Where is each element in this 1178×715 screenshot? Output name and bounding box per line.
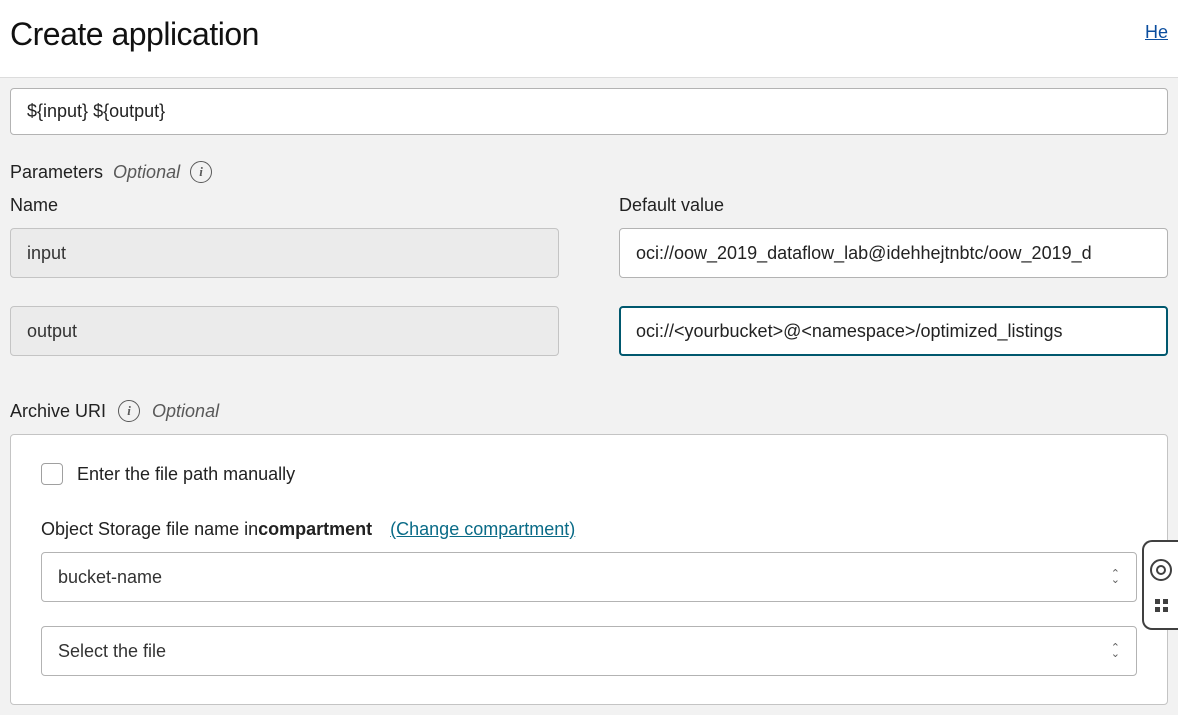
page-header: Create application He <box>0 0 1178 77</box>
page-title: Create application <box>10 16 259 53</box>
info-icon[interactable]: i <box>118 400 140 422</box>
chevron-updown-icon: ⌃⌄ <box>1111 645 1120 657</box>
param-name-output: output <box>10 306 559 356</box>
param-value-input[interactable] <box>619 228 1168 278</box>
object-storage-file-label: Object Storage file name in compartment … <box>41 519 1137 540</box>
parameters-section-label: Parameters Optional i <box>10 161 1168 183</box>
archive-card: Enter the file path manually Object Stor… <box>10 434 1168 705</box>
file-label-compartment: compartment <box>258 519 372 540</box>
help-link[interactable]: He <box>1145 22 1168 43</box>
grid-icon <box>1155 599 1168 612</box>
change-compartment-link[interactable]: (Change compartment) <box>390 519 575 540</box>
parameters-label-text: Parameters <box>10 162 103 183</box>
param-name-input: input <box>10 228 559 278</box>
param-value-output[interactable] <box>619 306 1168 356</box>
floating-help-widget[interactable] <box>1142 540 1178 630</box>
param-value-header: Default value <box>619 195 1168 216</box>
bucket-select-value: bucket-name <box>58 567 162 588</box>
param-name-header: Name <box>10 195 559 216</box>
manual-path-label: Enter the file path manually <box>77 464 295 485</box>
file-label-prefix: Object Storage file name in <box>41 519 258 540</box>
archive-uri-label: Archive URI i Optional <box>10 400 1168 422</box>
parameters-optional-text: Optional <box>113 162 180 183</box>
archive-uri-text: Archive URI <box>10 401 106 422</box>
form-content: Parameters Optional i Name Default value… <box>0 77 1178 715</box>
lifebuoy-icon <box>1149 558 1173 582</box>
info-icon[interactable]: i <box>190 161 212 183</box>
bucket-select[interactable]: bucket-name ⌃⌄ <box>41 552 1137 602</box>
file-select-value: Select the file <box>58 641 166 662</box>
archive-optional-text: Optional <box>152 401 219 422</box>
file-select[interactable]: Select the file ⌃⌄ <box>41 626 1137 676</box>
arguments-input[interactable] <box>10 88 1168 135</box>
manual-path-row: Enter the file path manually <box>41 463 1137 485</box>
manual-path-checkbox[interactable] <box>41 463 63 485</box>
chevron-updown-icon: ⌃⌄ <box>1111 571 1120 583</box>
parameters-grid: Name Default value input output <box>10 195 1168 356</box>
